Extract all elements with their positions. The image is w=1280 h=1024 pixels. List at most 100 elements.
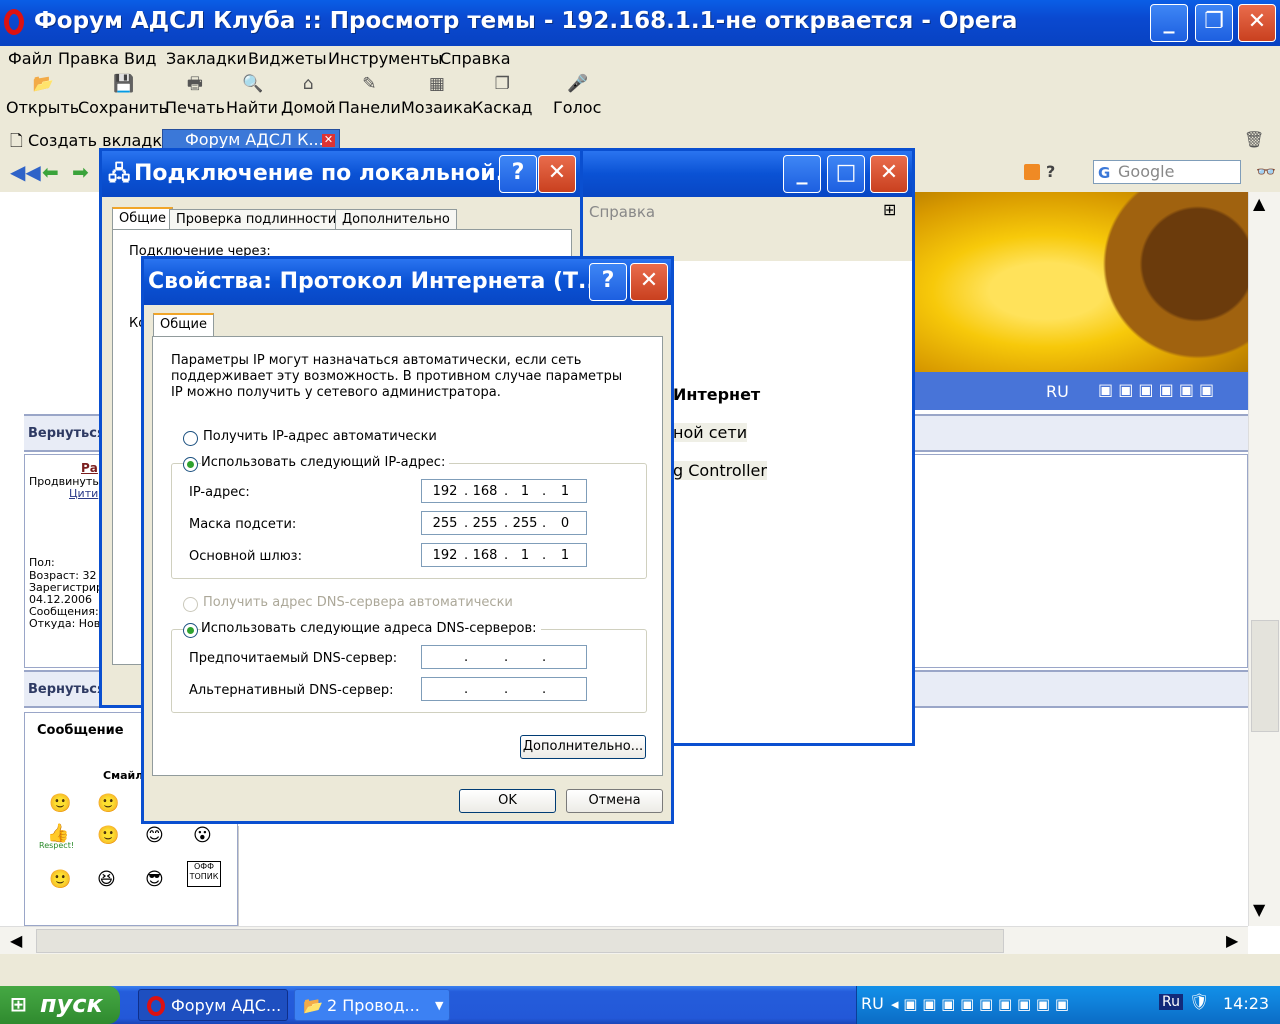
open-button[interactable]: 📂 Открыть	[6, 74, 79, 117]
rewind-icon[interactable]: ◀◀	[10, 160, 41, 184]
ip-auto-radio[interactable]	[183, 431, 198, 446]
cancel-button[interactable]: Отмена	[566, 789, 663, 813]
system-tray: RU ◂ ▣ ▣ ▣ ▣ ▣ ▣ ▣ ▣ ▣ Ru 🛡 14:23	[856, 986, 1280, 1024]
menu-edit[interactable]: Правка	[58, 49, 119, 68]
dns-manual-label[interactable]: Использовать следующие адреса DNS-сервер…	[201, 621, 541, 636]
menu-tools[interactable]: Инструменты	[328, 49, 443, 68]
smile-icon[interactable]: 🙂	[97, 793, 119, 814]
scroll-left-icon[interactable]: ◀	[10, 931, 22, 950]
restore-button[interactable]: ❐	[1195, 4, 1233, 42]
tray-lang[interactable]: RU	[861, 994, 884, 1013]
tray-app-icons[interactable]: ◂ ▣ ▣ ▣ ▣ ▣ ▣ ▣ ▣ ▣	[891, 995, 1069, 1013]
task-explorer[interactable]: 📂 2 Провод... ▼	[294, 989, 450, 1021]
scroll-thumb[interactable]	[1251, 620, 1279, 732]
tcp-dialog-title: Свойства: Протокол Интернета (Т...	[148, 269, 604, 294]
help-button[interactable]: ?	[499, 155, 537, 193]
menu-bookmarks[interactable]: Закладки	[166, 49, 247, 68]
scroll-up-icon[interactable]: ▲	[1253, 194, 1265, 213]
folder-icon: 📂	[32, 74, 54, 94]
horizontal-scrollbar[interactable]: ◀ ▶	[0, 926, 1248, 955]
help-icon[interactable]: ?	[1046, 162, 1055, 181]
close-button[interactable]: ✕	[630, 263, 668, 301]
tab-general[interactable]: Общие	[153, 313, 214, 337]
glasses-icon[interactable]: 👓	[1256, 162, 1276, 181]
menu-help[interactable]: Справка	[440, 49, 511, 68]
offtopic-sign[interactable]: ОФФ ТОПИК	[187, 861, 221, 887]
vertical-scrollbar[interactable]: ▲ ▼	[1248, 192, 1280, 926]
print-button[interactable]: 🖶 Печать	[165, 74, 225, 117]
reply-textarea[interactable]	[238, 826, 655, 926]
dns-auto-label[interactable]: Получить адрес DNS-сервера автоматически	[203, 595, 513, 610]
voice-button[interactable]: 🎤 Голос	[553, 74, 601, 117]
menu-view[interactable]: Вид	[124, 49, 156, 68]
help-menu[interactable]: Справка	[589, 203, 655, 221]
close-button[interactable]: ✕	[538, 155, 576, 193]
tab-close-icon[interactable]: ✕	[322, 134, 335, 147]
cool-icon[interactable]: 😎	[145, 869, 164, 890]
alternate-dns-input[interactable]: ...	[421, 677, 587, 701]
preferred-dns-label: Предпочитаемый DNS-сервер:	[189, 651, 398, 666]
back-link-2[interactable]: Вернуться	[28, 682, 106, 697]
trash-icon[interactable]: 🗑	[1244, 130, 1264, 149]
floppy-icon: 💾	[113, 74, 135, 94]
h-scroll-thumb[interactable]	[36, 929, 1004, 953]
surprised-icon[interactable]: 😮	[193, 825, 212, 846]
search-input[interactable]: Google	[1093, 160, 1241, 184]
help-button[interactable]: ?	[589, 263, 627, 301]
folder-icon: 📂	[303, 996, 323, 1015]
minimize-button[interactable]: _	[783, 155, 821, 193]
dns-manual-radio[interactable]	[183, 623, 198, 638]
ok-button[interactable]: OK	[459, 789, 556, 813]
cascade-button[interactable]: ❐ Каскад	[472, 74, 533, 117]
forward-arrow-icon[interactable]: ➡	[72, 160, 89, 184]
task-forum[interactable]: Форум АДС...	[138, 989, 288, 1021]
dns-auto-radio[interactable]	[183, 597, 198, 612]
ip-manual-label[interactable]: Использовать следующий IP-адрес:	[201, 455, 450, 470]
laugh-icon[interactable]: 😆	[97, 869, 116, 890]
home-button[interactable]: ⌂ Домой	[281, 74, 336, 117]
preferred-dns-input[interactable]: ...	[421, 645, 587, 669]
subnet-mask-input[interactable]: 255. 255. 255. 0	[421, 511, 587, 535]
scroll-right-icon[interactable]: ▶	[1226, 931, 1238, 950]
rss-icon[interactable]	[1024, 164, 1040, 180]
maximize-button[interactable]: □	[827, 155, 865, 193]
tab-general[interactable]: Общие	[112, 207, 173, 231]
description-text: Параметры IP могут назначаться автоматич…	[171, 353, 623, 400]
tile-button[interactable]: ▦ Мозаика	[401, 74, 473, 117]
start-label: пуск	[40, 990, 103, 1018]
scroll-down-icon[interactable]: ▼	[1253, 900, 1265, 919]
internet-heading: Интернет	[673, 385, 761, 404]
ip-auto-label[interactable]: Получить IP-адрес автоматически	[203, 429, 437, 444]
tab-advanced[interactable]: Дополнительно	[335, 209, 457, 229]
start-button[interactable]: ⊞ пуск	[0, 986, 120, 1024]
ip-manual-radio[interactable]	[183, 457, 198, 472]
back-arrow-icon[interactable]: ⬅	[42, 160, 59, 184]
gateway-input[interactable]: 192. 168. 1. 1	[421, 543, 587, 567]
smile-icon[interactable]: 🙂	[49, 793, 71, 814]
advanced-button[interactable]: Дополнительно...	[520, 735, 646, 759]
profile-gender: Пол:	[29, 556, 55, 569]
ip-address-input[interactable]: 192. 168. 1. 1	[421, 479, 587, 503]
close-button[interactable]: ✕	[870, 155, 908, 193]
local-net-label[interactable]: ной сети	[673, 423, 748, 442]
menu-widgets[interactable]: Виджеты	[248, 49, 327, 68]
google-icon: G	[1098, 164, 1111, 182]
save-button[interactable]: 💾 Сохранить	[78, 74, 168, 117]
menu-file[interactable]: Файл	[8, 49, 52, 68]
user-name[interactable]: Ра	[81, 461, 98, 475]
close-button[interactable]: ✕	[1238, 4, 1276, 42]
find-button[interactable]: 🔍 Найти	[226, 74, 278, 117]
quote-link[interactable]: Цити	[69, 487, 98, 500]
tile-icon: ▦	[428, 74, 445, 94]
back-link[interactable]: Вернуться	[28, 426, 106, 441]
controller-label[interactable]: g Controller	[673, 461, 767, 480]
antivirus-icon[interactable]: 🛡	[1189, 992, 1209, 1011]
cascade-icon: ❐	[494, 74, 510, 94]
tab-authentication[interactable]: Проверка подлинности	[169, 209, 344, 229]
tray-lang-2[interactable]: Ru	[1159, 994, 1183, 1010]
minimize-button[interactable]: _	[1150, 4, 1188, 42]
glasses-smile-icon[interactable]: 😊	[145, 825, 164, 846]
smile-icon[interactable]: 🙂	[97, 825, 119, 846]
smile-icon[interactable]: 🙂	[49, 869, 71, 890]
panels-button[interactable]: ✎ Панели	[338, 74, 401, 117]
